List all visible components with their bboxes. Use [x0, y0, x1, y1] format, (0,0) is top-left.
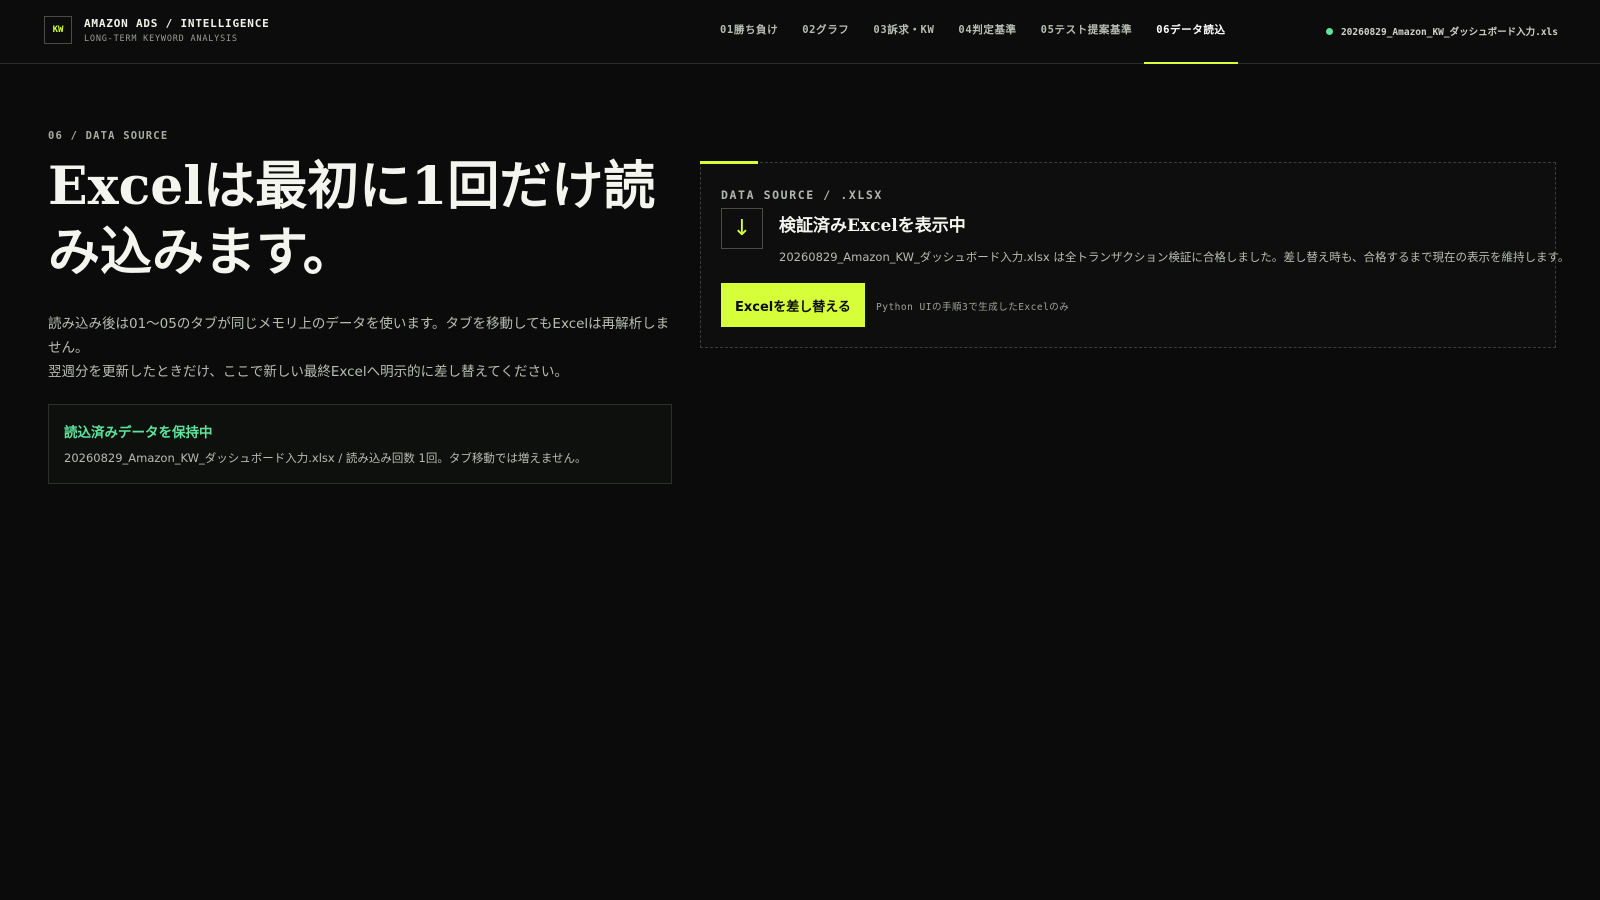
description-line-2: 翌週分を更新したときだけ、ここで新しい最終Excelへ明示的に差し替えてください… [48, 364, 569, 380]
loaded-file-status: 20260829_Amazon_KW_ダッシュボード入力.xls [1325, 24, 1558, 38]
data-source-label: DATA SOURCE / .XLSX [721, 188, 883, 202]
brand-text: AMAZON ADS / INTELLIGENCE LONG-TERM KEYW… [84, 17, 270, 44]
replace-excel-button[interactable]: Excelを差し替える [721, 283, 865, 327]
status-card-title: 読込済みデータを保持中 [64, 425, 213, 441]
intro-section: 06 / DATA SOURCE Excelは最初に1回だけ読み込みます。 読み… [48, 130, 672, 484]
panel-accent-bar [700, 161, 758, 164]
replace-button-note: Python UIの手順3で生成したExcelのみ [876, 302, 1070, 313]
tab-test-proposal-criteria[interactable]: 05テスト提案基準 [1029, 0, 1145, 64]
app-subtitle: LONG-TERM KEYWORD ANALYSIS [84, 33, 238, 44]
tab-judgment-criteria[interactable]: 04判定基準 [946, 0, 1028, 64]
loaded-file-name: 20260829_Amazon_KW_ダッシュボード入力.xls [1340, 27, 1558, 38]
status-dot-icon [1325, 27, 1333, 35]
tab-graph[interactable]: 02グラフ [790, 0, 861, 64]
data-source-panel: DATA SOURCE / .XLSX ↓ 検証済みExcelを表示中 2026… [700, 161, 1569, 348]
tab-data-import[interactable]: 06データ読込 [1144, 0, 1238, 64]
loaded-data-status-card: 読込済みデータを保持中 20260829_Amazon_KW_ダッシュボード入力… [48, 404, 672, 484]
kw-logo: KW [44, 16, 72, 44]
main-tabs: 01勝ち負け 02グラフ 03訴求・KW 04判定基準 05テスト提案基準 06… [708, 0, 1238, 64]
description-line-1: 読み込み後は01〜05のタブが同じメモリ上のデータを使います。タブを移動してもE… [48, 316, 670, 356]
tab-win-loss[interactable]: 01勝ち負け [708, 0, 790, 64]
verified-excel-detail: 20260829_Amazon_KW_ダッシュボード入力.xlsx は全トランザ… [779, 250, 1570, 264]
verified-excel-title: 検証済みExcelを表示中 [779, 216, 966, 236]
status-card-detail: 20260829_Amazon_KW_ダッシュボード入力.xlsx / 読み込み… [64, 451, 587, 465]
section-eyebrow: 06 / DATA SOURCE [48, 130, 169, 142]
top-navigation-bar: KW AMAZON ADS / INTELLIGENCE LONG-TERM K… [0, 0, 1600, 64]
page-description: 読み込み後は01〜05のタブが同じメモリ上のデータを使います。タブを移動してもE… [48, 312, 672, 384]
tab-appeal-keywords[interactable]: 03訴求・KW [861, 0, 946, 64]
page-headline: Excelは最初に1回だけ読み込みます。 [48, 156, 656, 283]
brand[interactable]: KW AMAZON ADS / INTELLIGENCE LONG-TERM K… [44, 16, 270, 44]
download-arrow-icon: ↓ [721, 208, 763, 249]
app-title: AMAZON ADS / INTELLIGENCE [84, 16, 270, 30]
